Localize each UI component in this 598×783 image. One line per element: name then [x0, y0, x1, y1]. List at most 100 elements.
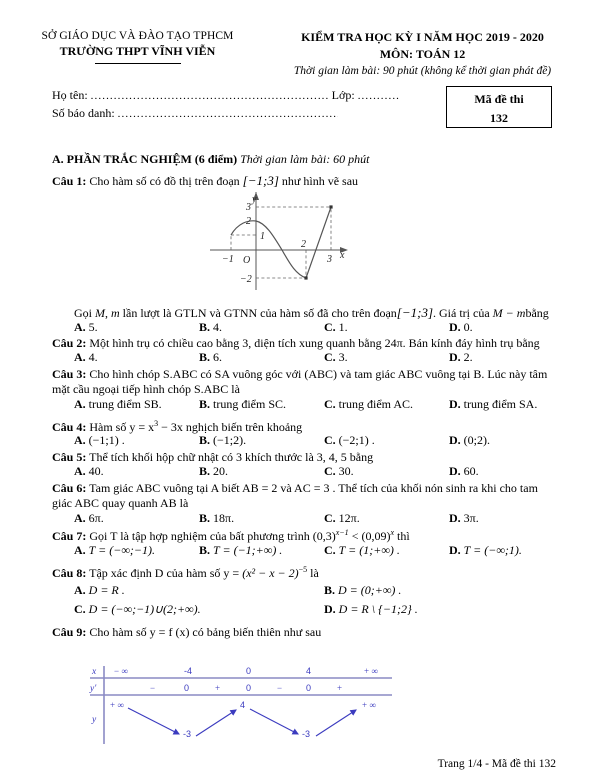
option-3-C-text: trung điểm AC. — [338, 397, 414, 411]
question-8-text-pre: Tập xác định D của hàm số y = — [89, 566, 240, 580]
option-8-D[interactable]: D. D = R \ {−1;2} . — [324, 602, 574, 617]
question-5-options: A. 40. B. 20. C. 30. D. 60. — [52, 464, 574, 479]
option-7-B-key: B. — [199, 543, 211, 557]
option-2-C[interactable]: C. 3. — [324, 350, 449, 365]
q7-relation: < — [351, 529, 359, 543]
q1-follow-end: . Giá trị của — [433, 306, 490, 320]
option-5-B-text: 20. — [213, 464, 229, 478]
option-2-D-text: 2. — [463, 350, 473, 364]
option-5-B[interactable]: B. 20. — [199, 464, 324, 479]
option-1-C-text: 1. — [338, 320, 348, 334]
question-3-text-line1: Cho hình chóp S.ABC có SA vuông góc với … — [89, 367, 548, 381]
option-2-A[interactable]: A. 4. — [74, 350, 199, 365]
option-5-D-key: D. — [449, 464, 461, 478]
option-6-B[interactable]: B. 18π. — [199, 511, 324, 526]
question-7-text-pre: Gọi T là tập hợp nghiệm của bất phương t… — [89, 529, 310, 543]
option-3-B[interactable]: B. trung điểm SC. — [199, 397, 324, 412]
origin-label: O — [243, 255, 250, 266]
arrow-down-1 — [127, 707, 180, 735]
option-1-B-key: B. — [199, 320, 211, 334]
y-value-pos-inf-left: + ∞ — [110, 700, 124, 710]
question-3-options: A. trung điểm SB. B. trung điểm SC. C. t… — [52, 397, 574, 412]
q1-follow-tail: bằng — [525, 306, 549, 320]
option-1-D-text: 0. — [463, 320, 473, 334]
question-5-text: Thể tích khối hộp chữ nhật có 3 khích th… — [89, 450, 374, 464]
option-1-C[interactable]: C. 1. — [324, 320, 449, 335]
question-6-id: Câu 6: — [52, 481, 87, 495]
question-4-text-pre: Hàm số y = x — [89, 420, 155, 434]
option-3-C[interactable]: C. trung điểm AC. — [324, 397, 449, 412]
option-6-A-key: A. — [74, 511, 86, 525]
option-1-B-text: 4. — [213, 320, 223, 334]
option-3-A-key: A. — [74, 397, 86, 411]
question-2-text: Một hình trụ có chiều cao bằng 3, diện t… — [89, 336, 540, 350]
option-4-A-text: (−1;1) . — [88, 433, 125, 447]
question-1-id: Câu 1: — [52, 174, 87, 188]
option-5-A[interactable]: A. 40. — [74, 464, 199, 479]
name-input[interactable]: ........................................… — [91, 90, 329, 102]
option-4-A[interactable]: A. (−1;1) . — [74, 433, 199, 448]
option-7-A[interactable]: A. T = (−∞;−1). — [74, 543, 199, 558]
question-1-text-post: như hình vẽ sau — [281, 174, 359, 188]
option-1-A[interactable]: A. 5. — [74, 320, 199, 335]
q1-follow-interval: [−1;3] — [396, 305, 434, 320]
question-9-id: Câu 9: — [52, 625, 87, 639]
name-label: Họ tên: — [52, 88, 88, 102]
row-label-y: y — [91, 715, 97, 725]
row-label-x: x — [91, 667, 97, 677]
class-input[interactable]: ........................................… — [358, 90, 400, 102]
question-6-stem-line2: giác ABC quay quanh AB là — [52, 495, 552, 512]
option-1-D[interactable]: D. 0. — [449, 320, 574, 335]
option-4-B-key: B. — [199, 433, 211, 447]
option-8-C[interactable]: C. D = (−∞;−1)∪(2;+∞). — [74, 602, 324, 617]
x-value-neg4: -4 — [184, 666, 192, 676]
q7-base-1: (0,3) — [312, 529, 336, 543]
option-2-C-text: 3. — [338, 350, 348, 364]
option-8-C-key: C. — [74, 602, 86, 616]
min-point-marker — [304, 276, 308, 280]
y-value-neg3-right: -3 — [302, 729, 310, 739]
option-2-D-key: D. — [449, 350, 461, 364]
option-6-C[interactable]: C. 12π. — [324, 511, 449, 526]
option-6-D-text: 3π. — [463, 511, 479, 525]
option-4-A-key: A. — [74, 433, 86, 447]
row-label-yprime: y' — [89, 684, 97, 694]
option-6-D-key: D. — [449, 511, 461, 525]
option-4-D[interactable]: D. (0;2). — [449, 433, 574, 448]
option-8-B[interactable]: B. D = (0;+∞) . — [324, 583, 574, 598]
x-value-0: 0 — [246, 666, 251, 676]
option-3-D[interactable]: D. trung điểm SA. — [449, 397, 574, 412]
option-1-B[interactable]: B. 4. — [199, 320, 324, 335]
option-7-B[interactable]: B. T = (−1;+∞) . — [199, 543, 324, 558]
option-5-D[interactable]: D. 60. — [449, 464, 574, 479]
option-7-D-text: T = (−∞;1). — [463, 543, 522, 557]
x-tick-3: 3 — [326, 254, 332, 265]
x-tick-minus1: −1 — [222, 254, 234, 265]
arrow-up-2 — [315, 709, 357, 737]
option-3-A[interactable]: A. trung điểm SB. — [74, 397, 199, 412]
option-2-B[interactable]: B. 6. — [199, 350, 324, 365]
candidate-input[interactable]: ........................................… — [118, 108, 338, 120]
option-5-C[interactable]: C. 30. — [324, 464, 449, 479]
question-7-text-post: thì — [397, 529, 410, 543]
section-a-time: Thời gian làm bài: 60 phút — [240, 152, 370, 166]
option-6-A[interactable]: A. 6π. — [74, 511, 199, 526]
option-5-B-key: B. — [199, 464, 211, 478]
yprime-sign-3: − — [277, 683, 282, 693]
candidate-label: Số báo danh: — [52, 106, 115, 120]
option-4-B-text: (−1;2). — [213, 433, 247, 447]
page-header: SỞ GIÁO DỤC VÀ ĐÀO TẠO TPHCM TRƯỜNG THPT… — [0, 30, 598, 77]
option-8-A[interactable]: A. D = R . — [74, 583, 324, 598]
option-7-C[interactable]: C. T = (1;+∞) . — [324, 543, 449, 558]
y-value-pos-inf-right: + ∞ — [362, 700, 376, 710]
q7-exp-1: x−1 — [335, 528, 349, 537]
option-7-D[interactable]: D. T = (−∞;1). — [449, 543, 574, 558]
option-4-D-text: (0;2). — [463, 433, 490, 447]
option-4-B[interactable]: B. (−1;2). — [199, 433, 324, 448]
question-4-options: A. (−1;1) . B. (−1;2). C. (−2;1) . D. (0… — [52, 433, 574, 448]
y-tick-1: 1 — [260, 231, 265, 242]
x-tick-2: 2 — [301, 239, 306, 250]
option-2-D[interactable]: D. 2. — [449, 350, 574, 365]
option-4-C[interactable]: C. (−2;1) . — [324, 433, 449, 448]
option-6-D[interactable]: D. 3π. — [449, 511, 574, 526]
